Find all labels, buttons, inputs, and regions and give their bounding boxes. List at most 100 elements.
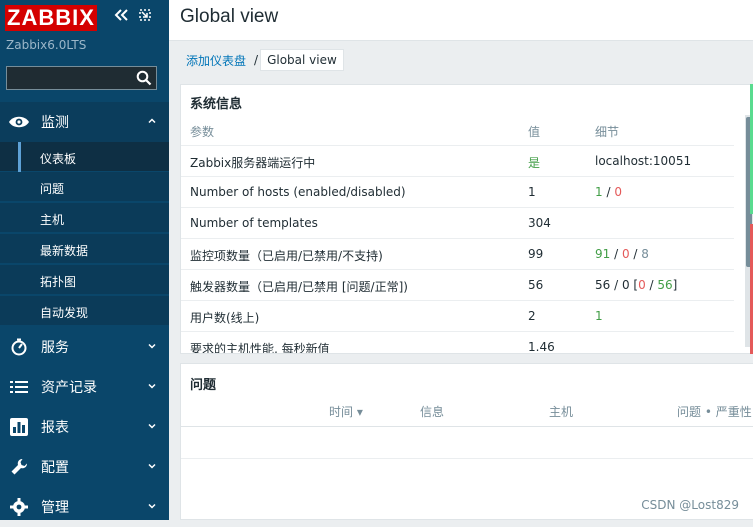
sidebar-item-latest-data[interactable]: 最新数据	[0, 234, 169, 264]
header-divider	[181, 426, 753, 427]
chevron-down-icon	[147, 420, 157, 434]
table-row: 用户数(线上) 2 1	[181, 300, 734, 332]
row-parameter: 用户数(线上)	[190, 311, 260, 325]
column-header-time-label: 时间	[329, 405, 354, 419]
sidebar-item-label: 自动发现	[40, 306, 89, 320]
row-value: 304	[528, 216, 551, 230]
chevron-down-icon	[147, 340, 157, 354]
sidebar-item-label: 仪表板	[40, 152, 77, 166]
column-header-info: 信息	[420, 405, 445, 419]
chevron-down-icon	[147, 500, 157, 514]
widget-title[interactable]: 问题	[190, 374, 216, 393]
row-parameter: Zabbix服务器端运行中	[190, 156, 316, 170]
sidebar: ZABBIX Zabbix6.0LTS 监测 仪表板 问题 主机 最新数据 拓扑…	[0, 0, 169, 520]
chevron-down-icon	[147, 380, 157, 394]
report-icon	[8, 418, 30, 436]
row-details: 1 / 0	[595, 185, 622, 199]
row-value: 是	[528, 156, 541, 170]
menu-administration-label: 管理	[41, 500, 69, 516]
menu-reports[interactable]: 报表	[0, 407, 169, 447]
menu-monitoring[interactable]: 监测	[0, 102, 169, 142]
separator: /	[629, 247, 642, 261]
breadcrumb-separator: /	[254, 53, 259, 67]
search-icon[interactable]	[136, 70, 152, 89]
sidebar-search	[6, 66, 157, 90]
server-name: Zabbix6.0LTS	[6, 38, 87, 52]
menu-inventory-label: 资产记录	[41, 380, 97, 396]
row-details: 91 / 0 / 8	[595, 247, 649, 261]
sidebar-item-label: 拓扑图	[40, 275, 77, 289]
list-icon	[8, 380, 30, 394]
services-icon	[8, 338, 30, 356]
menu-administration[interactable]: 管理	[0, 487, 169, 527]
breadcrumb-current[interactable]: Global view	[260, 49, 344, 71]
widget-title[interactable]: 系统信息	[190, 93, 242, 112]
row-value: 1	[528, 185, 536, 199]
sidebar-item-hosts[interactable]: 主机	[0, 203, 169, 233]
row-details: 56 / 0 [0 / 56]	[595, 278, 677, 292]
sidebar-item-discovery[interactable]: 自动发现	[0, 296, 169, 326]
unsupported-count: 8	[641, 247, 649, 261]
sidebar-item-label: 最新数据	[40, 244, 89, 258]
table-row: 监控项数量（已启用/已禁用/不支持) 99 91 / 0 / 8	[181, 238, 734, 270]
sidebar-item-maps[interactable]: 拓扑图	[0, 265, 169, 295]
column-header-parameter: 参数	[190, 125, 215, 139]
hide-sidebar-icon[interactable]	[138, 8, 152, 22]
page-header: Global view	[169, 0, 753, 41]
menu-configuration-label: 配置	[41, 460, 69, 476]
menu-monitoring-label: 监测	[41, 115, 69, 131]
sidebar-item-label: 问题	[40, 182, 65, 196]
ok-count: 56	[657, 278, 673, 292]
chevron-down-icon	[147, 460, 157, 474]
table-row: Zabbix服务器端运行中 是 localhost:10051	[181, 145, 734, 177]
sidebar-item-dashboard[interactable]: 仪表板	[0, 142, 169, 172]
disabled-count: 0	[614, 185, 622, 199]
row-value: 1.46	[528, 340, 555, 354]
enabled-count: 1	[595, 185, 603, 199]
page-title: Global view	[180, 6, 279, 27]
row-details: 1	[595, 309, 603, 323]
breadcrumb-dashboard-list-link[interactable]: 添加仪表盘	[180, 52, 252, 69]
details-suffix: ]	[672, 278, 678, 292]
separator: /	[602, 185, 615, 199]
breadcrumb: 添加仪表盘 / Global view	[180, 49, 344, 71]
details-prefix: 56 / 0 [	[595, 278, 639, 292]
eye-icon	[8, 115, 30, 129]
chevron-up-icon	[147, 115, 157, 129]
row-value: 2	[528, 309, 536, 323]
watermark: CSDN @Lost829	[641, 498, 739, 512]
table-row: Number of templates 304	[181, 207, 734, 239]
row-divider	[181, 458, 753, 459]
row-parameter: 要求的主机性能, 每秒新值	[190, 342, 330, 354]
menu-services[interactable]: 服务	[0, 327, 169, 367]
search-input[interactable]	[7, 67, 135, 89]
table-row: Number of hosts (enabled/disabled) 1 1 /…	[181, 176, 734, 208]
row-parameter: Number of templates	[190, 216, 318, 230]
row-details: localhost:10051	[595, 154, 692, 168]
gear-icon	[8, 498, 30, 516]
row-value: 56	[528, 278, 544, 292]
menu-reports-label: 报表	[41, 420, 69, 436]
zabbix-logo[interactable]: ZABBIX	[5, 5, 97, 31]
row-value: 99	[528, 247, 544, 261]
column-header-details: 细节	[595, 125, 620, 139]
menu-inventory[interactable]: 资产记录	[0, 367, 169, 407]
sidebar-item-problems[interactable]: 问题	[0, 172, 169, 202]
row-parameter: Number of hosts (enabled/disabled)	[190, 185, 406, 199]
table-row: 要求的主机性能, 每秒新值 1.46	[181, 331, 734, 354]
table-row: 触发器数量（已启用/已禁用 [问题/正常]) 56 56 / 0 [0 / 56…	[181, 269, 734, 301]
column-header-problem-severity: 问题 • 严重性	[677, 405, 752, 419]
menu-configuration[interactable]: 配置	[0, 447, 169, 487]
column-header-time[interactable]: 时间 ▾	[329, 403, 363, 420]
disabled-count: 0	[621, 247, 630, 261]
column-header-host: 主机	[549, 405, 574, 419]
collapse-sidebar-icon[interactable]	[113, 8, 129, 22]
column-header-value: 值	[528, 125, 541, 139]
enabled-count: 91	[595, 247, 611, 261]
separator: /	[645, 278, 658, 292]
main-content: Global view 添加仪表盘 / Global view 系统信息 参数 …	[169, 0, 753, 520]
row-parameter: 触发器数量（已启用/已禁用 [问题/正常])	[190, 280, 408, 294]
menu-services-label: 服务	[41, 340, 69, 356]
row-parameter: 监控项数量（已启用/已禁用/不支持)	[190, 249, 383, 263]
separator: /	[610, 247, 622, 261]
